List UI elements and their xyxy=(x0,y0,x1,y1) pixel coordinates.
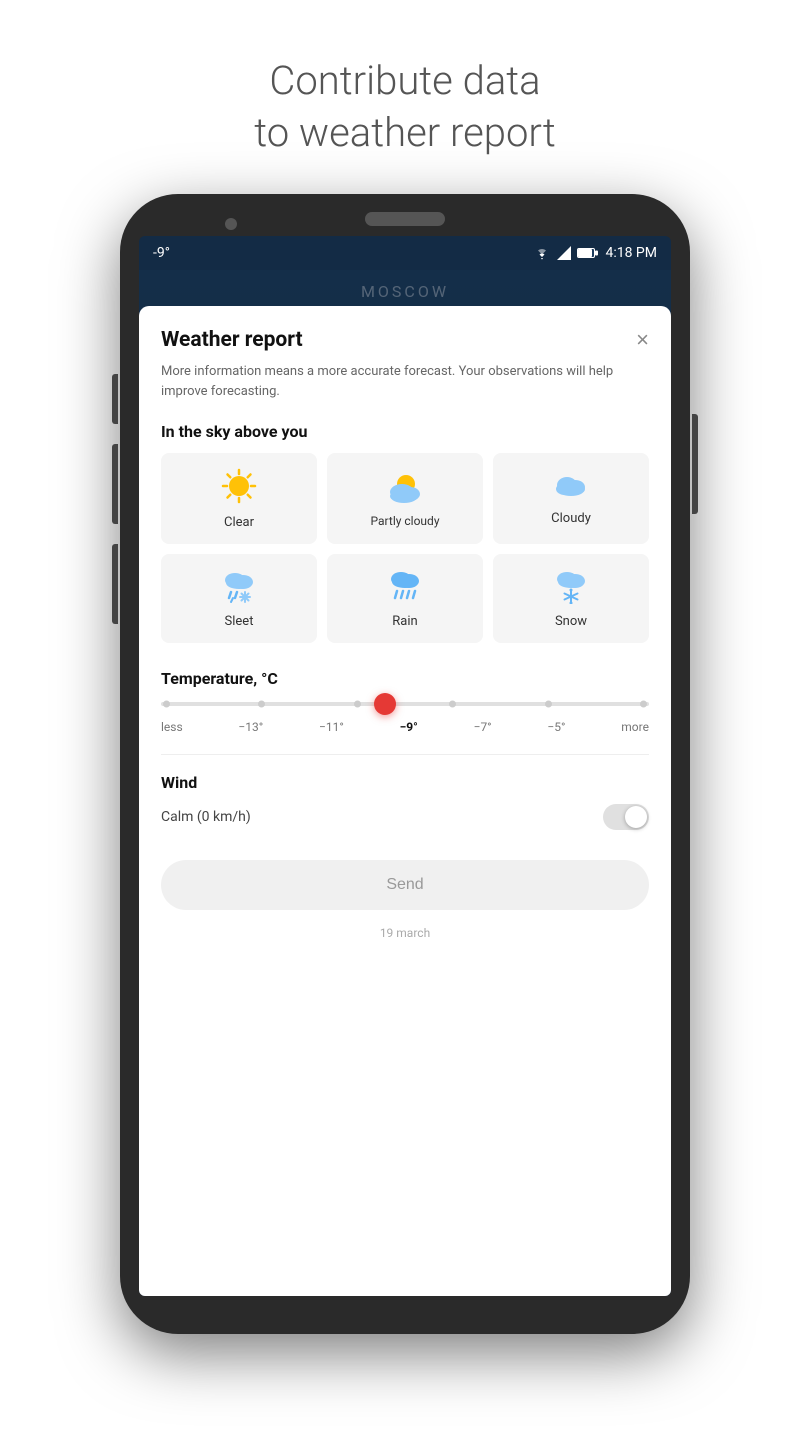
modal-subtitle: More information means a more accurate f… xyxy=(161,362,649,402)
weather-option-clear[interactable]: Clear xyxy=(161,453,317,544)
weather-option-cloudy[interactable]: Cloudy xyxy=(493,453,649,544)
slider-dot xyxy=(449,701,456,708)
status-icons: 4:18 PM xyxy=(533,245,657,261)
slider-dot xyxy=(258,701,265,708)
wifi-icon xyxy=(533,246,551,260)
phone-screen: -9° 4 xyxy=(139,236,671,1296)
modal-dialog: Weather report × More information means … xyxy=(139,306,671,1296)
page-header: Contribute data to weather report xyxy=(174,0,635,184)
temp-label-minus5: −5° xyxy=(547,720,565,734)
weather-option-partly-cloudy[interactable]: Partly cloudy xyxy=(327,453,483,544)
sky-section-title: In the sky above you xyxy=(161,422,649,441)
close-button[interactable]: × xyxy=(636,329,649,351)
rain-label: Rain xyxy=(392,614,417,629)
phone-top xyxy=(120,194,690,236)
header-line2: to weather report xyxy=(254,109,555,156)
weather-option-rain[interactable]: Rain xyxy=(327,554,483,643)
temp-label-minus13: −13° xyxy=(238,720,263,734)
rain-icon xyxy=(385,568,425,608)
temp-labels: less −13° −11° −9° −7° −5° more xyxy=(161,720,649,734)
send-button[interactable]: Send xyxy=(161,860,649,910)
temp-label-less: less xyxy=(161,720,183,734)
sleet-label: Sleet xyxy=(225,614,254,629)
weather-option-snow[interactable]: Snow xyxy=(493,554,649,643)
temp-label-minus11: −11° xyxy=(319,720,344,734)
wind-section: Wind Calm (0 km/h) xyxy=(161,754,649,830)
weather-option-sleet[interactable]: Sleet xyxy=(161,554,317,643)
time-display: 4:18 PM xyxy=(605,245,657,261)
phone-frame: -9° 4 xyxy=(120,194,690,1334)
weather-options-grid: Clear Partly cloudy xyxy=(161,453,649,643)
cloudy-label: Cloudy xyxy=(551,511,591,526)
snow-label: Snow xyxy=(555,614,587,629)
send-button-container: Send xyxy=(161,848,649,926)
header-line1: Contribute data xyxy=(269,57,540,104)
modal-header: Weather report × xyxy=(161,328,649,352)
partly-cloudy-label: Partly cloudy xyxy=(371,514,440,528)
slider-dot xyxy=(545,701,552,708)
signal-icon xyxy=(557,246,571,260)
sleet-icon xyxy=(219,568,259,608)
slider-dot xyxy=(640,701,647,708)
temp-label-more: more xyxy=(621,720,649,734)
modal-title: Weather report xyxy=(161,328,303,352)
slider-dot xyxy=(354,701,361,708)
temp-section-title: Temperature, °C xyxy=(161,669,649,688)
temp-label-minus7: −7° xyxy=(474,720,492,734)
sky-section: In the sky above you xyxy=(161,422,649,643)
wind-label: Calm (0 km/h) xyxy=(161,809,251,825)
temp-slider-container[interactable] xyxy=(161,702,649,706)
partly-cloudy-icon xyxy=(384,470,426,508)
temperature-display: -9° xyxy=(153,245,170,261)
slider-thumb[interactable] xyxy=(374,693,396,715)
date-bar: 19 march xyxy=(161,926,649,948)
battery-icon xyxy=(577,247,599,259)
temp-section: Temperature, °C xyxy=(161,669,649,734)
status-bar: -9° 4 xyxy=(139,236,671,270)
toggle-thumb xyxy=(625,806,647,828)
wind-toggle[interactable] xyxy=(603,804,649,830)
slider-dot xyxy=(163,701,170,708)
snow-icon xyxy=(551,568,591,608)
wind-row: Calm (0 km/h) xyxy=(161,804,649,830)
phone-camera xyxy=(225,218,237,230)
temp-label-minus9: −9° xyxy=(400,720,418,734)
cloudy-icon xyxy=(551,471,591,505)
clear-label: Clear xyxy=(224,515,254,530)
clear-icon xyxy=(220,467,258,509)
slider-track xyxy=(161,702,649,706)
phone-speaker xyxy=(365,212,445,226)
wind-section-title: Wind xyxy=(161,773,649,792)
